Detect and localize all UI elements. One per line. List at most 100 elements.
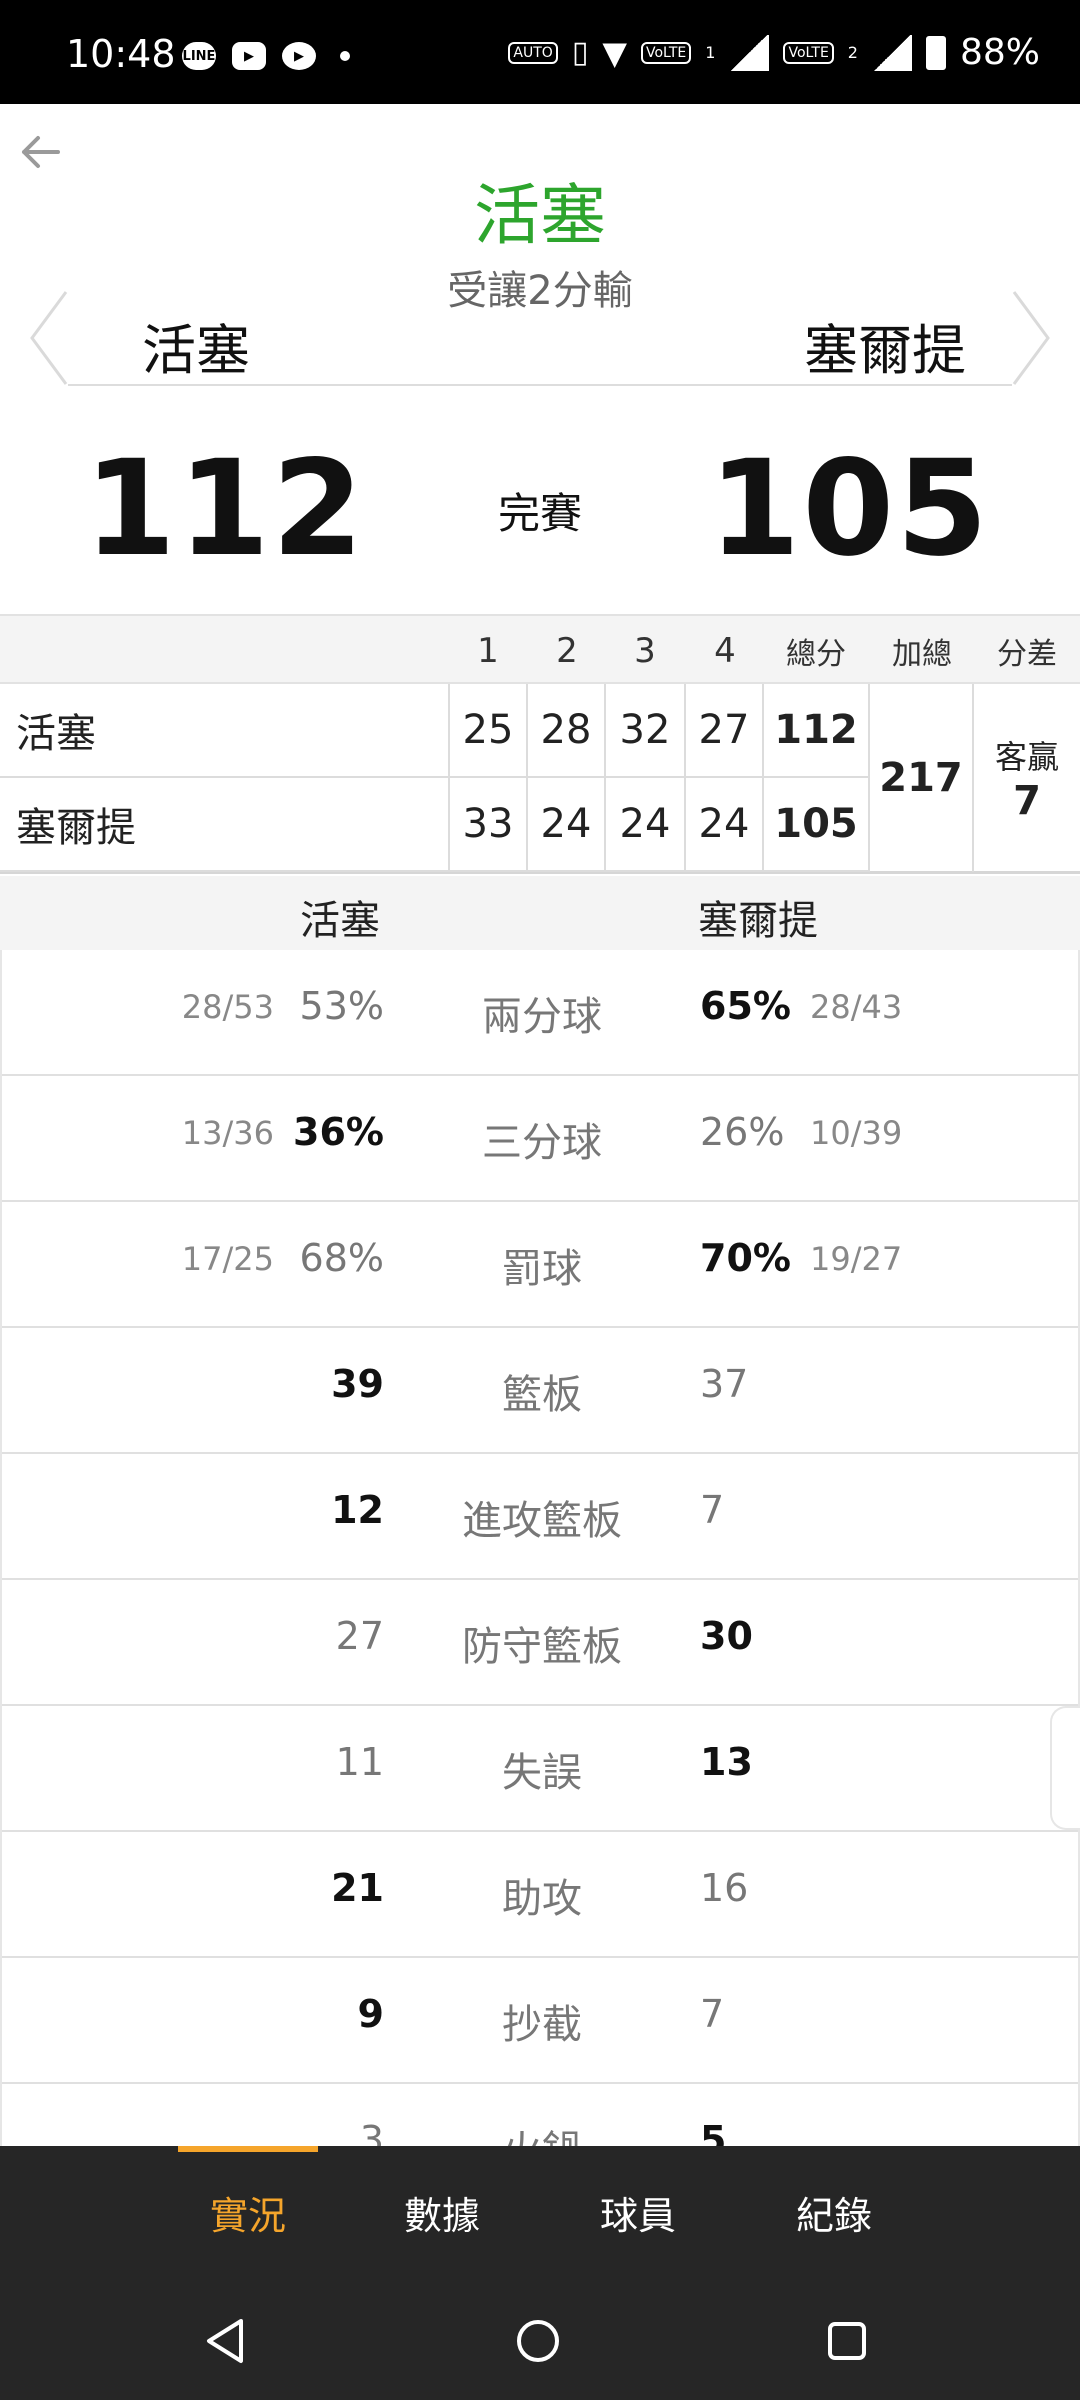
row2-q1: 33 xyxy=(450,778,528,872)
stat-label: 兩分球 xyxy=(482,994,602,1040)
stats-home-label: 活塞 xyxy=(300,898,380,944)
combined-total: 217 xyxy=(870,684,974,872)
stats-header: 活塞 塞爾提 xyxy=(0,876,1080,950)
chevron-right-icon[interactable] xyxy=(1012,290,1052,386)
combined-total-value: 217 xyxy=(879,755,963,801)
row2-q3: 24 xyxy=(606,778,686,872)
signal-2-icon xyxy=(871,34,912,71)
header-q3: 3 xyxy=(634,631,656,671)
tab-players[interactable]: 球員 xyxy=(548,2146,728,2278)
header-total: 總分 xyxy=(786,637,846,672)
home-team-name[interactable]: 活塞 xyxy=(142,306,250,385)
stat-away-value: 26% xyxy=(700,1110,785,1154)
stat-label: 三分球 xyxy=(482,1120,602,1166)
header-q1: 1 xyxy=(477,631,499,671)
wifi-icon: ▼ xyxy=(602,33,627,72)
stat-label: 火鍋 xyxy=(2,2118,1078,2146)
auto-hz-icon: AUTO xyxy=(508,41,558,64)
stats-list[interactable]: 28/53 53% 兩分球 65% 28/43 13/36 36% 三分球 26% 10/39 17… xyxy=(0,950,1080,2146)
stat-row: 17/25 68% 罰球 70% 19/27 xyxy=(2,1202,1078,1328)
sim2-label: 2 xyxy=(847,43,858,62)
status-time: 10:48 xyxy=(66,32,176,76)
stat-away-fraction: 28/43 xyxy=(810,988,903,1026)
stat-away-value: 5 xyxy=(700,2118,727,2146)
stat-row: 27 防守籃板 30 xyxy=(2,1580,1078,1706)
play-icon: ▶ xyxy=(282,42,316,70)
stat-row: 13/36 36% 三分球 26% 10/39 xyxy=(2,1076,1078,1202)
system-icons: AUTO ▯ ▼ VoLTE 1 VoLTE 2 88% xyxy=(508,32,1040,73)
stat-row: 12 進攻籃板 7 xyxy=(2,1454,1078,1580)
header-diff: 分差 xyxy=(997,637,1057,672)
row1-total: 112 xyxy=(764,684,870,778)
stat-away-value: 16 xyxy=(700,1866,749,1910)
row2-total: 105 xyxy=(764,778,870,872)
sim1-label: 1 xyxy=(705,43,716,62)
stat-away-fraction: 19/27 xyxy=(810,1240,903,1278)
youtube-icon: ▶ xyxy=(232,42,266,70)
side-drawer-handle[interactable] xyxy=(1050,1706,1080,1830)
stat-label: 罰球 xyxy=(502,1246,582,1292)
battery-icon xyxy=(925,35,946,70)
away-score: 105 xyxy=(708,432,990,586)
row2-team: 塞爾提 xyxy=(0,778,450,872)
stat-label: 籃板 xyxy=(502,1372,582,1418)
nav-recents-button[interactable] xyxy=(812,2306,882,2376)
row2-q2: 24 xyxy=(528,778,606,872)
stat-away-value: 70% xyxy=(700,1236,791,1280)
stat-row: 28/53 53% 兩分球 65% 28/43 xyxy=(2,950,1078,1076)
chevron-left-icon[interactable] xyxy=(28,290,68,386)
leader-team-name: 活塞 xyxy=(474,177,606,254)
battery-percent: 88% xyxy=(959,32,1040,73)
status-bar: 10:48 LINE ▶ ▶ AUTO ▯ ▼ VoLTE 1 VoLTE 2 … xyxy=(0,0,1080,104)
stat-away-value: 37 xyxy=(700,1362,749,1406)
stat-row: 11 失誤 13 xyxy=(2,1706,1078,1832)
notification-icons: LINE ▶ ▶ xyxy=(182,42,350,70)
stat-away-value: 30 xyxy=(700,1614,753,1658)
volte-icon: VoLTE xyxy=(640,41,692,64)
tab-records[interactable]: 紀錄 xyxy=(744,2146,924,2278)
quarter-table: 活塞 25 28 32 27 112 塞爾提 33 24 24 24 105 2… xyxy=(0,684,1080,874)
quarter-table-header: 1 2 3 4 總分 加總 分差 xyxy=(0,614,1080,684)
system-nav-bar xyxy=(0,2278,1080,2400)
score-diff-value: 7 xyxy=(1013,778,1041,824)
stat-label: 進攻籃板 xyxy=(462,1498,622,1544)
nav-home-button[interactable] xyxy=(503,2306,573,2376)
row1-team: 活塞 xyxy=(0,684,450,778)
stat-row: 9 抄截 7 xyxy=(2,1958,1078,2084)
row1-q1: 25 xyxy=(450,684,528,778)
circle-home-icon xyxy=(517,2320,559,2362)
row1-q4: 27 xyxy=(686,684,764,778)
stat-row: 39 籃板 37 xyxy=(2,1328,1078,1454)
volte-icon: VoLTE xyxy=(783,41,834,64)
nav-back-button[interactable] xyxy=(190,2306,260,2376)
stat-row: 3火鍋5 xyxy=(2,2084,1078,2146)
stat-row: 21 助攻 16 xyxy=(2,1832,1078,1958)
header-q2: 2 xyxy=(556,631,578,671)
triangle-back-icon xyxy=(207,2319,243,2363)
stat-away-value: 65% xyxy=(700,984,791,1028)
row1-q3: 32 xyxy=(606,684,686,778)
row2-q4: 24 xyxy=(686,778,764,872)
stat-away-value: 7 xyxy=(700,1488,725,1532)
bottom-tab-bar: 實況 數據 球員 紀錄 xyxy=(0,2146,1080,2278)
tab-stats[interactable]: 數據 xyxy=(352,2146,532,2278)
square-recents-icon xyxy=(828,2322,866,2360)
stat-away-value: 13 xyxy=(700,1740,753,1784)
stat-label: 助攻 xyxy=(502,1876,582,1922)
stat-away-value: 7 xyxy=(700,1992,725,2036)
signal-1-icon xyxy=(729,34,770,71)
stat-away-fraction: 10/39 xyxy=(810,1114,903,1152)
header-sum: 加總 xyxy=(892,637,952,672)
stat-label: 失誤 xyxy=(502,1750,582,1796)
dot-icon xyxy=(340,51,350,61)
stats-away-label: 塞爾提 xyxy=(698,898,818,944)
header-q4: 4 xyxy=(714,631,736,671)
away-team-name[interactable]: 塞爾提 xyxy=(804,306,966,385)
stat-label: 防守籃板 xyxy=(462,1624,622,1670)
tab-live[interactable]: 實況 xyxy=(158,2146,338,2278)
score-diff: 客贏 7 xyxy=(974,684,1080,872)
stat-label: 抄截 xyxy=(502,2002,582,2048)
line-icon: LINE xyxy=(182,42,216,70)
vibrate-icon: ▯ xyxy=(571,35,589,70)
row1-q2: 28 xyxy=(528,684,606,778)
